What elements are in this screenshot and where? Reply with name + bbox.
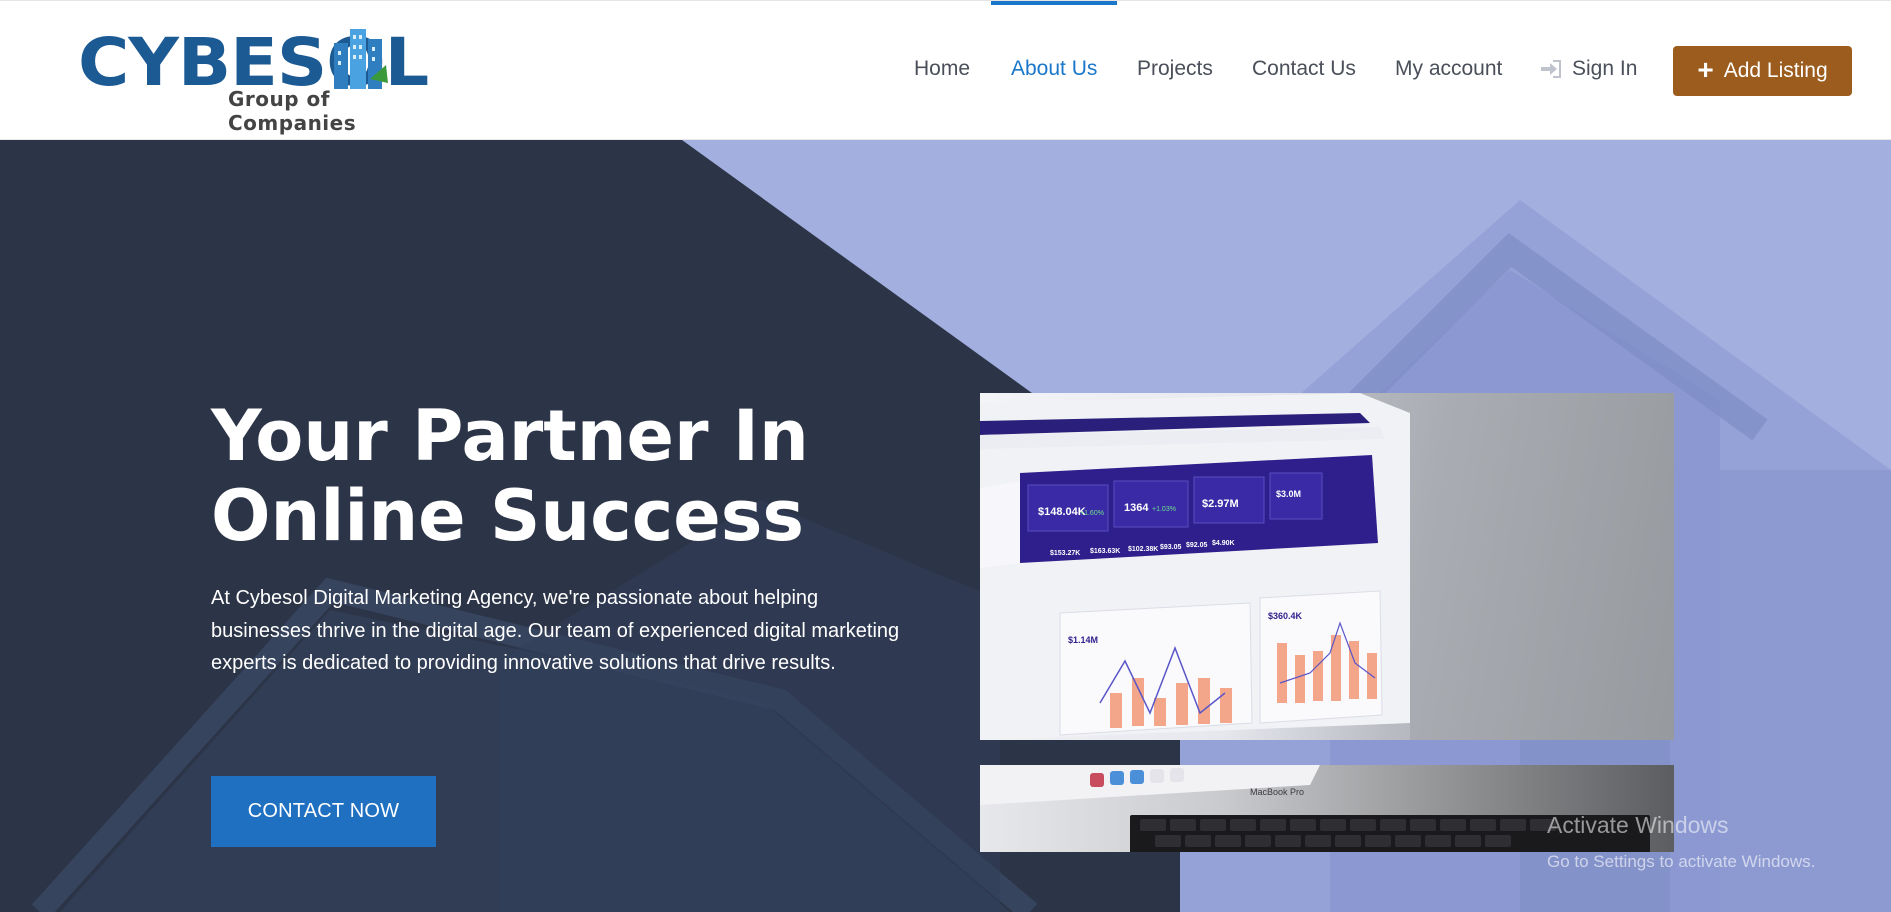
hero-title: Your Partner In Online Success [211,396,809,556]
new-sales-chart-value: $360.4K [1268,611,1303,621]
logo-tagline: Group of Companies [228,87,357,135]
sign-in-label: Sign In [1572,57,1638,80]
sign-in-icon [1541,60,1561,79]
sales-chart-value: $1.14M [1068,635,1098,645]
laptop-brand-label: MacBook Pro [1250,787,1304,797]
add-listing-button[interactable]: + Add Listing [1673,46,1852,96]
site-header: CYBESOL Group of Companies Home About Us… [0,0,1891,140]
nav-contact-us[interactable]: Contact Us [1252,57,1356,81]
nav-about-us[interactable]: About Us [1011,57,1097,81]
summary-value-1: $153.27K [1050,550,1080,557]
dashboard-illustration: $148.04K +1.60% 1364 +1.03% $2.97M $3.0M… [980,393,1674,740]
summary-value-2: $163.63K [1090,548,1120,555]
cybesol-logo[interactable]: CYBESOL Group of Companies [78,23,438,135]
summary-value-5: $92.05 [1186,542,1208,549]
sign-in-link[interactable]: Sign In [1540,57,1637,81]
laptop-dashboard-photo: $148.04K +1.60% 1364 +1.03% $2.97M $3.0M… [980,393,1674,740]
plus-icon: + [1697,53,1714,85]
add-listing-label: Add Listing [1723,59,1828,82]
hero-description: At Cybesol Digital Marketing Agency, we'… [211,587,900,674]
activate-windows-subtitle: Go to Settings to activate Windows. [1547,852,1816,871]
kpi-value-4: $3.0M [1276,489,1301,499]
contact-now-button[interactable]: CONTACT NOW [211,776,436,847]
nav-projects[interactable]: Projects [1137,57,1213,81]
kpi-delta-1: +1.60% [1080,510,1104,517]
kpi-value-1: $148.04K [1038,506,1086,518]
summary-value-6: $4.90K [1212,540,1235,547]
nav-my-account[interactable]: My account [1395,57,1502,81]
kpi-value-3: $2.97M [1202,498,1239,510]
summary-value-4: $93.05 [1160,544,1182,551]
summary-value-3: $102.38K [1128,546,1158,553]
kpi-delta-2: +1.03% [1152,506,1176,513]
kpi-value-2: 1364 [1124,502,1149,514]
hero-title-line-2: Online Success [211,475,805,557]
active-nav-indicator [991,1,1117,5]
nav-home[interactable]: Home [914,57,970,81]
building-icon [334,29,388,89]
hero-title-line-1: Your Partner In [211,395,809,477]
hero-section: Your Partner In Online Success At Cybeso… [0,140,1891,912]
activate-windows-title: Activate Windows [1547,812,1729,838]
